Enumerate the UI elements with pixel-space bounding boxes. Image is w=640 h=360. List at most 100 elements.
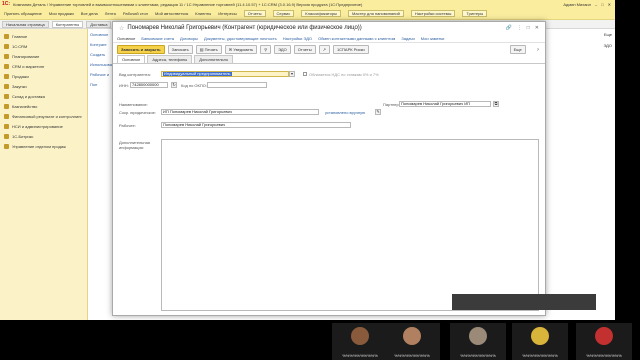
nav-notes[interactable]: Мои заметки bbox=[421, 36, 445, 41]
bell-icon: ✉ bbox=[228, 46, 233, 52]
print-button[interactable]: ▤ Печать bbox=[195, 44, 222, 54]
background-more-button[interactable]: Еще bbox=[549, 32, 612, 37]
form-navigation: Основное Банковские счета Договоры Докум… bbox=[113, 34, 545, 43]
inn-check-icon[interactable]: ↻ bbox=[171, 82, 177, 88]
tab-main[interactable]: Основное bbox=[117, 55, 146, 63]
participant-tile[interactable]: %%%%%%%%%% bbox=[576, 323, 632, 360]
overlay-panel bbox=[452, 294, 596, 310]
sidebar-item-sales[interactable]: Продажи bbox=[0, 73, 87, 80]
nav-contact-exchange[interactable]: Обмен контактными данными с клиентом bbox=[318, 36, 395, 41]
nav-edo-settings[interactable]: Настройки ЭДО bbox=[283, 36, 312, 41]
maximize-icon[interactable]: □ bbox=[601, 2, 603, 7]
sidebar: Главное 1С:CRM Планирование CRM и маркет… bbox=[0, 29, 88, 320]
minimize-icon[interactable]: – bbox=[595, 2, 597, 7]
inn-field[interactable]: 742800000000 bbox=[130, 82, 168, 88]
okpo-field[interactable] bbox=[207, 82, 267, 88]
help-icon[interactable]: ? bbox=[537, 47, 539, 52]
edit-name-icon[interactable]: ✎ bbox=[375, 109, 381, 115]
menu-item[interactable]: Принять обращение bbox=[4, 11, 42, 16]
app-window: 1С: Компания Деталь / Управление торговл… bbox=[0, 0, 615, 320]
menu-item[interactable]: Рабочий стол bbox=[123, 11, 148, 16]
window-title: Компания Деталь / Управление торговлей и… bbox=[13, 1, 363, 7]
attach-button[interactable]: ⚲ bbox=[260, 44, 272, 54]
legal-name-label: Сокр. юридическое: bbox=[119, 110, 157, 115]
menu-item[interactable]: Клиенты bbox=[195, 11, 211, 16]
save-button[interactable]: Записать bbox=[167, 44, 193, 54]
avatar bbox=[531, 327, 549, 345]
vat-checkbox[interactable] bbox=[303, 72, 307, 76]
more-options-icon[interactable]: ⋮ bbox=[517, 25, 522, 31]
menu-dropdown[interactable]: Сервис bbox=[272, 10, 295, 17]
sidebar-item-admin[interactable]: НСИ и администрирование bbox=[0, 123, 87, 130]
menu-dropdown[interactable]: Мастер для напоминаний bbox=[347, 10, 404, 17]
form-tabs: Основное Адреса, телефоны Дополнительно bbox=[113, 55, 545, 64]
user-name[interactable]: Админ Михаил bbox=[563, 2, 591, 7]
participant-name: %%%%%%%%%% bbox=[586, 353, 622, 358]
working-name-label: Рабочее: bbox=[119, 123, 136, 128]
sidebar-item-bitrix[interactable]: 1С-Битрикс bbox=[0, 133, 87, 140]
arrow-button[interactable]: ↗ bbox=[318, 44, 330, 54]
menu-item[interactable]: Все дела bbox=[81, 11, 98, 16]
app-logo: 1С: bbox=[2, 1, 11, 7]
nav-identity-documents[interactable]: Документы, удостоверяющие личность bbox=[204, 36, 277, 41]
close-icon[interactable]: ✕ bbox=[535, 25, 539, 31]
tab-addresses[interactable]: Адреса, телефоны bbox=[147, 55, 193, 63]
nav-bank-accounts[interactable]: Банковские счета bbox=[141, 36, 174, 41]
tab-additional[interactable]: Дополнительно bbox=[194, 55, 234, 63]
extra-info-textarea[interactable] bbox=[161, 139, 539, 311]
maximize-icon[interactable]: □ bbox=[527, 25, 530, 31]
sidebar-item-planning[interactable]: Планирование bbox=[0, 53, 87, 60]
participant-tile[interactable]: %%%%%%%%%% bbox=[384, 323, 440, 360]
save-and-close-button[interactable]: Записать и закрыть bbox=[117, 44, 165, 54]
participant-tile[interactable]: %%%%%%%%%% bbox=[332, 323, 388, 360]
chevron-down-icon[interactable]: ▾ bbox=[289, 71, 295, 77]
menu-item[interactable]: Мои продажи bbox=[49, 11, 74, 16]
nav-main[interactable]: Основное bbox=[117, 36, 135, 41]
avatar bbox=[351, 327, 369, 345]
megaphone-icon bbox=[4, 64, 9, 69]
favorite-star-icon[interactable]: ☆ bbox=[119, 25, 124, 32]
box-icon bbox=[4, 84, 9, 89]
team-icon bbox=[4, 144, 9, 149]
edo-button[interactable]: ЭДО bbox=[274, 44, 291, 54]
close-icon[interactable]: ✕ bbox=[608, 2, 611, 7]
participant-tile[interactable]: %%%%%%%%%% bbox=[450, 323, 506, 360]
working-name-field[interactable]: Пономарев Николай Григорьевич bbox=[161, 122, 351, 128]
counterparty-form: ☆ Пономарев Николай Григорьевич (Контраг… bbox=[112, 21, 546, 316]
paperclip-icon: ⚲ bbox=[264, 46, 268, 52]
okpo-label: Код по ОКПО: bbox=[181, 83, 207, 88]
sidebar-item-marketing[interactable]: CRM и маркетинг bbox=[0, 63, 87, 70]
more-button[interactable]: Еще bbox=[509, 44, 526, 54]
reports-button[interactable]: Отчеты bbox=[293, 44, 316, 54]
sidebar-item-purchases[interactable]: Закупки bbox=[0, 83, 87, 90]
participant-tile[interactable]: %%%%%%%%%% bbox=[512, 323, 568, 360]
sidebar-item-finance[interactable]: Финансовый результат и контроллинг bbox=[0, 113, 87, 120]
legal-name-field[interactable]: ИП Пономарев Николай Григорьевич bbox=[161, 109, 319, 115]
manual-set-link[interactable]: установлено вручную bbox=[325, 110, 365, 115]
menu-dropdown[interactable]: Триггеры bbox=[462, 10, 488, 17]
link-icon[interactable]: 🔗 bbox=[506, 25, 512, 31]
tab-delivery[interactable]: Доставка bbox=[86, 20, 112, 28]
sidebar-item-treasury[interactable]: Казначейство bbox=[0, 103, 87, 110]
tab-home[interactable]: Начальная страница bbox=[2, 20, 49, 28]
sidebar-item-main[interactable]: Главное bbox=[0, 33, 87, 40]
sidebar-item-crm[interactable]: 1С:CRM bbox=[0, 43, 87, 50]
home-icon bbox=[4, 34, 9, 39]
partner-field[interactable]: Пономарев Николай Григорьевич ИП bbox=[399, 101, 491, 107]
menu-dropdown[interactable]: Настройки системы bbox=[410, 10, 456, 17]
spark-risks-button[interactable]: 1СПАРК Риски bbox=[332, 44, 369, 54]
vat-label: Облагается НДС по ставкам 0% и 7% bbox=[309, 72, 379, 77]
sidebar-item-warehouse[interactable]: Склад и доставка bbox=[0, 93, 87, 100]
nav-contracts[interactable]: Договоры bbox=[180, 36, 198, 41]
kind-select[interactable]: Индивидуальный предприниматель bbox=[161, 71, 289, 77]
tab-counterparties[interactable]: Контрагенты bbox=[51, 20, 84, 28]
open-partner-icon[interactable]: ⧉ bbox=[493, 101, 499, 107]
menu-dropdown[interactable]: Отчеты bbox=[243, 10, 266, 17]
menu-item[interactable]: Мой автоответчик bbox=[155, 11, 188, 16]
menu-item[interactable]: Интересы bbox=[218, 11, 236, 16]
nav-tasks[interactable]: Задачи bbox=[401, 36, 414, 41]
menu-item[interactable]: Лента bbox=[105, 11, 116, 16]
notify-button[interactable]: ✉ Уведомить bbox=[224, 44, 258, 54]
menu-dropdown[interactable]: Классификаторы bbox=[301, 10, 341, 17]
sidebar-item-sales-dept[interactable]: Управление отделом продаж bbox=[0, 143, 87, 150]
